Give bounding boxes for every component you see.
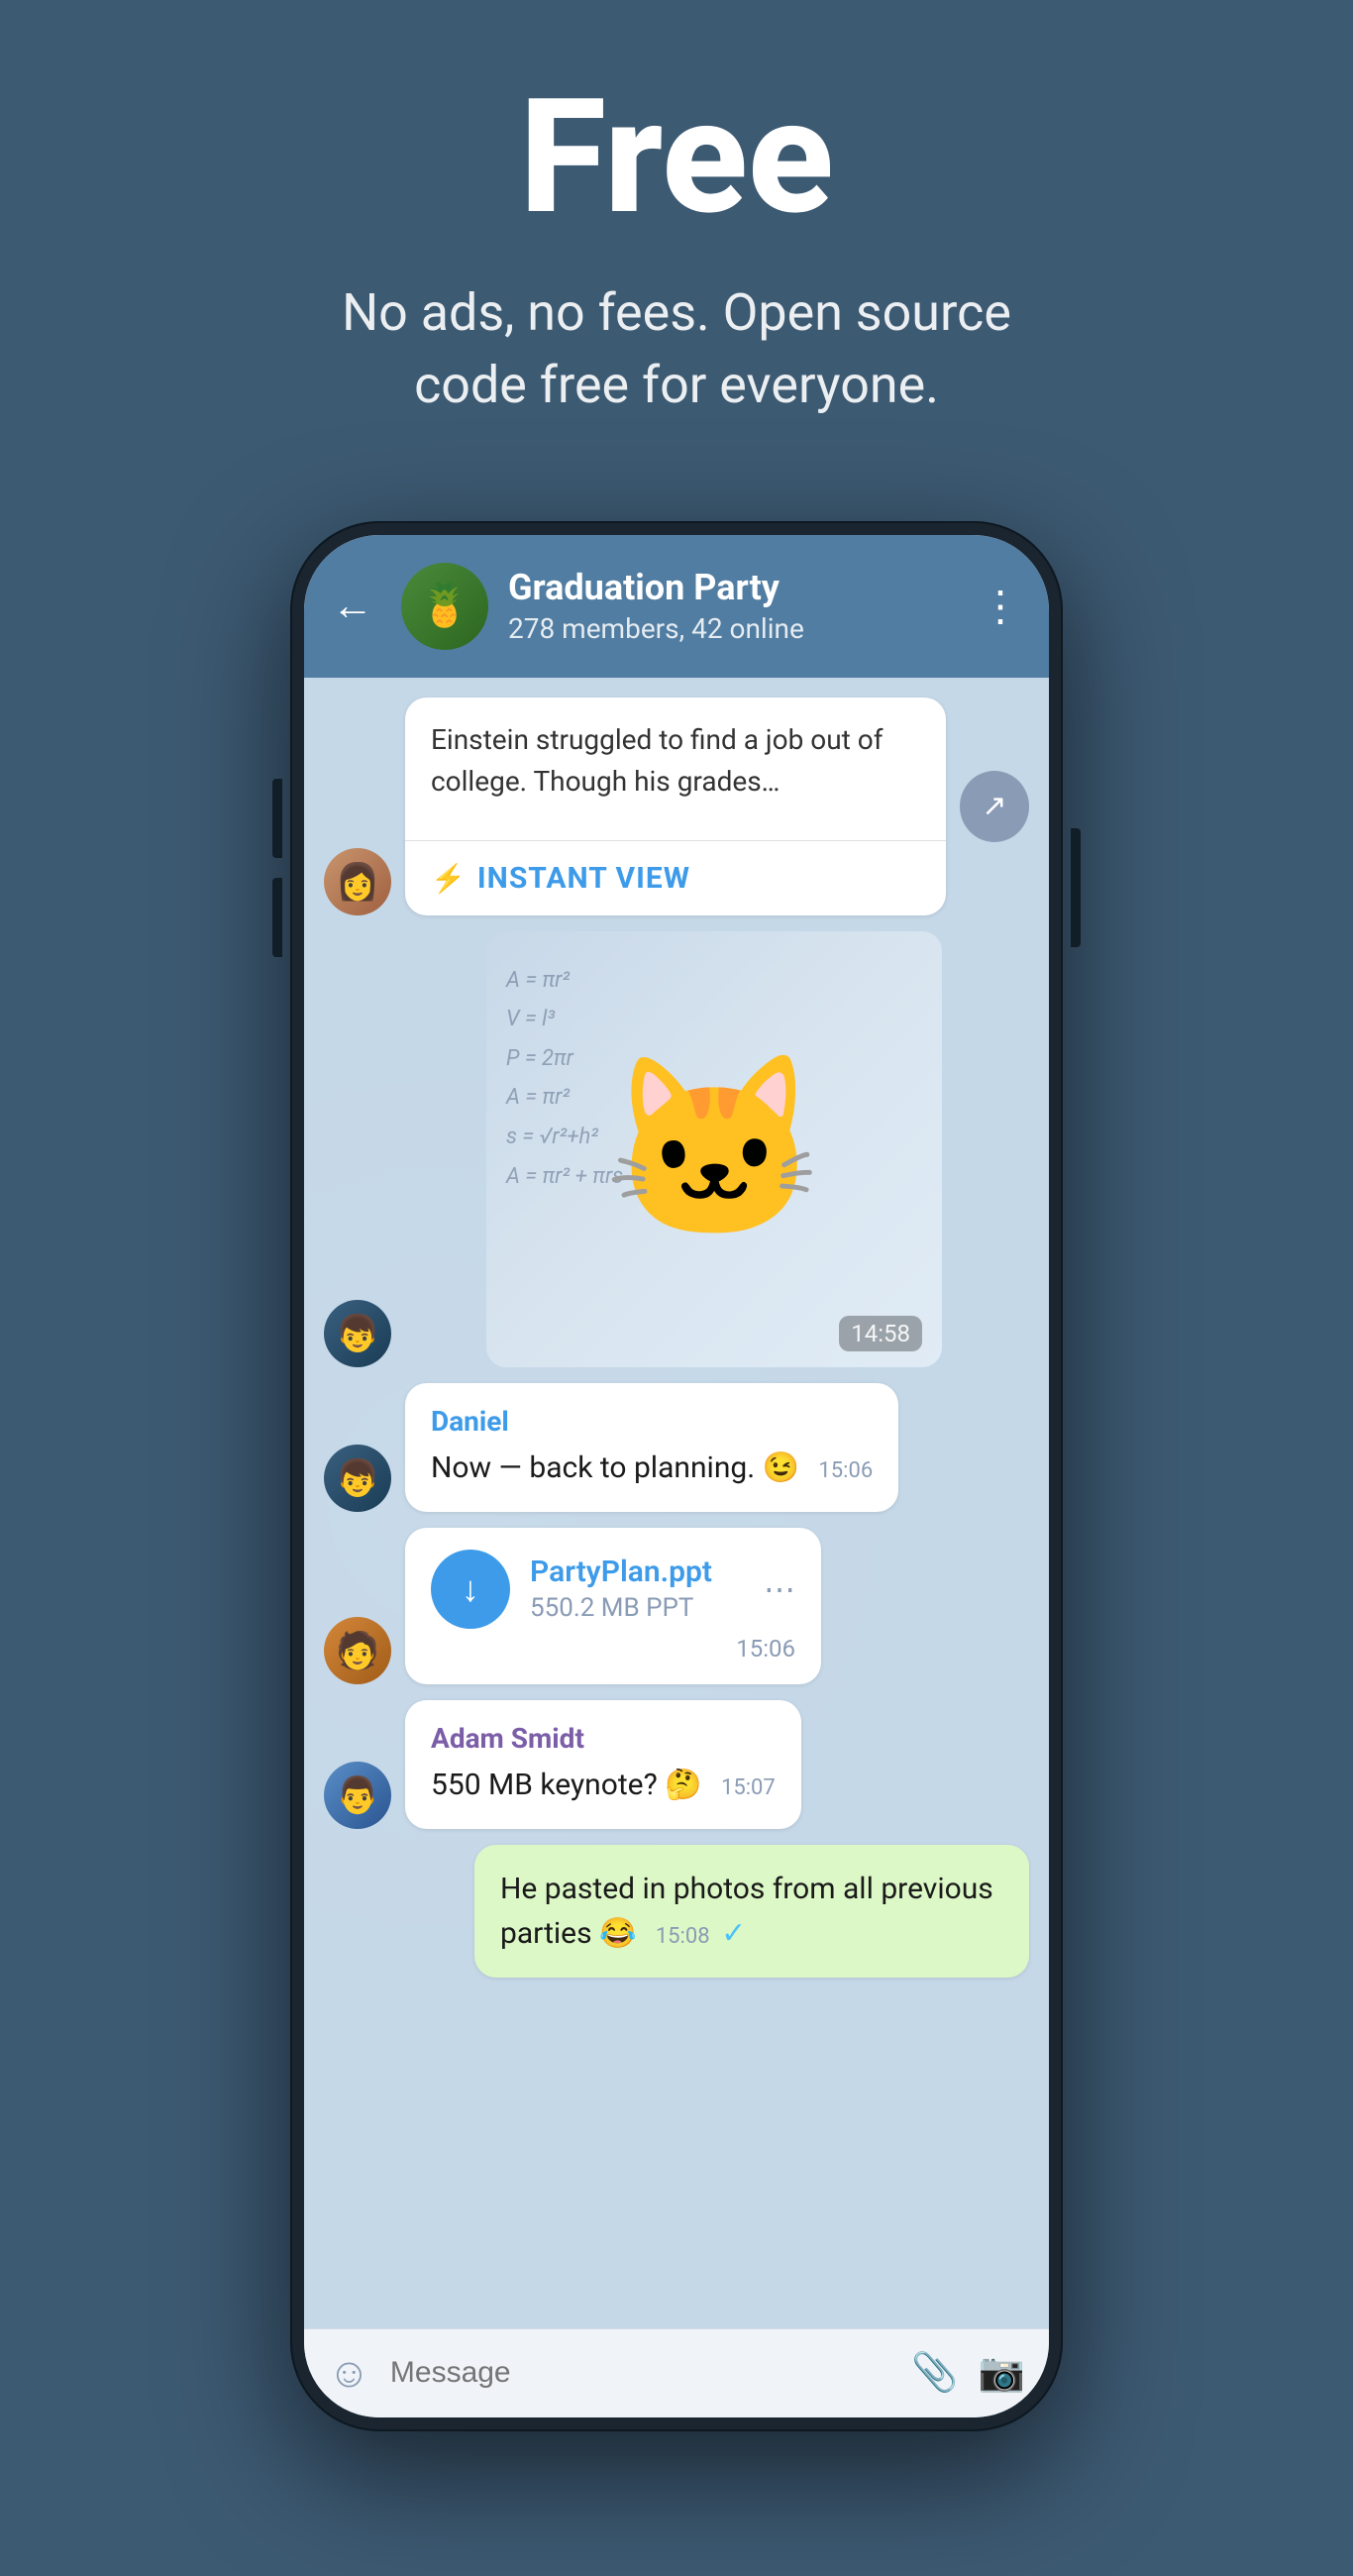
chat-topbar: ← 🍍 Graduation Party 278 members, 42 onl… — [304, 535, 1049, 678]
table-row: He pasted in photos from all previous pa… — [324, 1845, 1029, 1978]
sticker-container: A = πr² V = l³ P = 2πr A = πr² s = √r²+h… — [486, 931, 942, 1367]
chat-info: Graduation Party 278 members, 42 online — [508, 567, 960, 645]
avatar: 👦 — [324, 1300, 391, 1367]
file-info: PartyPlan.ppt 550.2 MB PPT — [530, 1555, 744, 1623]
message-bubble: Daniel Now — back to planning. 😉 15:06 — [405, 1383, 898, 1512]
avatar: 👩 — [324, 848, 391, 915]
chat-status: 278 members, 42 online — [508, 612, 960, 645]
avatar: 👦 — [324, 1445, 391, 1512]
message-time: 15:06 — [431, 1635, 795, 1663]
table-row: 👩 Einstein struggled to find a job out o… — [324, 698, 1029, 915]
table-row: 👦 Daniel Now — back to planning. 😉 15:06 — [324, 1383, 1029, 1512]
lightning-icon: ⚡ — [431, 862, 466, 895]
back-button[interactable]: ← — [324, 582, 381, 630]
message-time: 15:07 — [721, 1775, 776, 1800]
phone-vol-down — [272, 878, 282, 957]
attach-button[interactable]: 📎 — [911, 2351, 958, 2395]
share-button[interactable]: ↗ — [960, 771, 1029, 842]
message-text: 550 MB keynote? 🤔 15:07 — [431, 1763, 776, 1807]
message-text: Now — back to planning. 😉 15:06 — [431, 1446, 873, 1490]
camera-button[interactable]: 📷 — [979, 2351, 1025, 2395]
table-row: 👨 Adam Smidt 550 MB keynote? 🤔 15:07 — [324, 1700, 1029, 1829]
hero-section: Free No ads, no fees. Open source code f… — [0, 0, 1353, 482]
instant-view-button[interactable]: ⚡ INSTANT VIEW — [405, 840, 946, 915]
message-input[interactable] — [390, 2356, 891, 2390]
more-button[interactable]: ⋮ — [980, 582, 1021, 631]
file-meta: 550.2 MB PPT — [530, 1593, 744, 1623]
chat-app: ← 🍍 Graduation Party 278 members, 42 onl… — [304, 535, 1049, 2417]
table-row: 👦 A = πr² V = l³ P = 2πr A = πr² s = √r²… — [324, 931, 1029, 1367]
phone-mockup: ← 🍍 Graduation Party 278 members, 42 onl… — [290, 521, 1063, 2431]
message-time: 15:06 — [818, 1458, 873, 1483]
avatar: 👨 — [324, 1762, 391, 1829]
group-avatar: 🍍 — [401, 563, 488, 650]
file-more-button[interactable]: ⋯ — [764, 1570, 795, 1608]
file-name: PartyPlan.ppt — [530, 1555, 744, 1589]
emoji-button[interactable]: ☺ — [328, 2349, 370, 2398]
link-preview-content: Einstein struggled to find a job out of … — [405, 698, 946, 824]
share-icon: ↗ — [982, 789, 1006, 823]
message-bubble: Adam Smidt 550 MB keynote? 🤔 15:07 — [405, 1700, 801, 1829]
sender-name: Adam Smidt — [431, 1722, 776, 1755]
link-preview-bubble: Einstein struggled to find a job out of … — [405, 698, 946, 915]
phone-screen: ← 🍍 Graduation Party 278 members, 42 onl… — [304, 535, 1049, 2417]
chat-name: Graduation Party — [508, 567, 960, 608]
table-row: 🧑 ↓ PartyPlan.ppt 550.2 MB PPT ⋯ 15:06 — [324, 1528, 1029, 1684]
input-bar: ☺ 📎 📷 — [304, 2328, 1049, 2417]
phone-vol-up — [272, 779, 282, 858]
own-message-bubble: He pasted in photos from all previous pa… — [474, 1845, 1029, 1978]
instant-view-label: INSTANT VIEW — [477, 861, 690, 896]
download-button[interactable]: ↓ — [431, 1550, 510, 1629]
read-receipt: ✓ — [721, 1916, 746, 1951]
hero-title: Free — [519, 79, 833, 238]
messages-area: 👩 Einstein struggled to find a job out o… — [304, 678, 1049, 2328]
file-content: ↓ PartyPlan.ppt 550.2 MB PPT ⋯ — [431, 1550, 795, 1629]
hero-subtitle: No ads, no fees. Open source code free f… — [290, 277, 1063, 422]
message-text: He pasted in photos from all previous pa… — [500, 1867, 1003, 1956]
avatar: 🧑 — [324, 1617, 391, 1684]
phone-outer: ← 🍍 Graduation Party 278 members, 42 onl… — [290, 521, 1063, 2431]
sticker-time: 14:58 — [839, 1316, 922, 1351]
file-bubble: ↓ PartyPlan.ppt 550.2 MB PPT ⋯ 15:06 — [405, 1528, 821, 1684]
message-time: 15:08 — [656, 1924, 710, 1949]
cat-sticker: 🐱 — [603, 1044, 825, 1253]
sender-name: Daniel — [431, 1405, 873, 1438]
link-preview-text: Einstein struggled to find a job out of … — [431, 719, 920, 803]
phone-power — [1071, 828, 1081, 947]
